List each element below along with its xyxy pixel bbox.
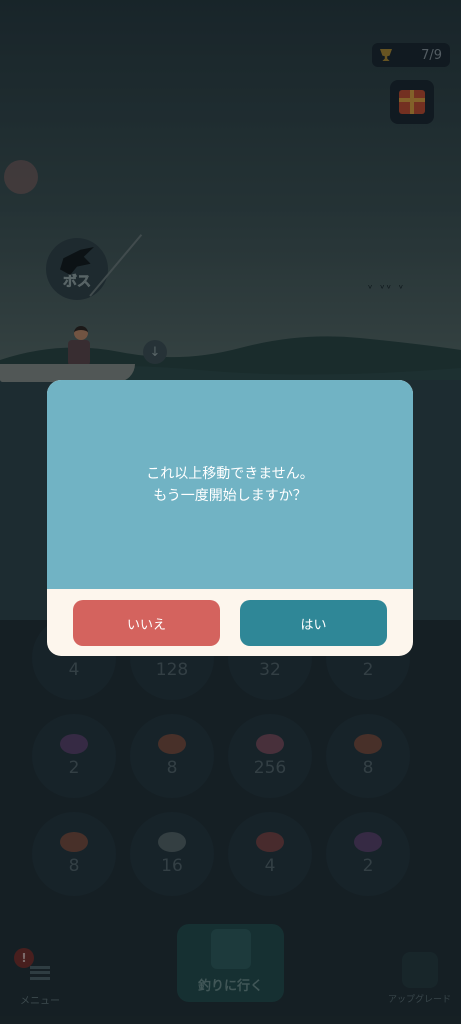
dialog-message-line2: もう一度開始しますか？ [153,487,307,504]
dialog-message-area: これ以上移動できません。 もう一度開始しますか？ [47,380,413,589]
restart-dialog: これ以上移動できません。 もう一度開始しますか？ いいえ はい [47,380,413,656]
dialog-message-line1: これ以上移動できません。 [146,465,314,482]
yes-button[interactable]: はい [240,600,387,646]
no-button[interactable]: いいえ [73,600,220,646]
dialog-message: これ以上移動できません。 もう一度開始しますか？ [146,463,314,507]
